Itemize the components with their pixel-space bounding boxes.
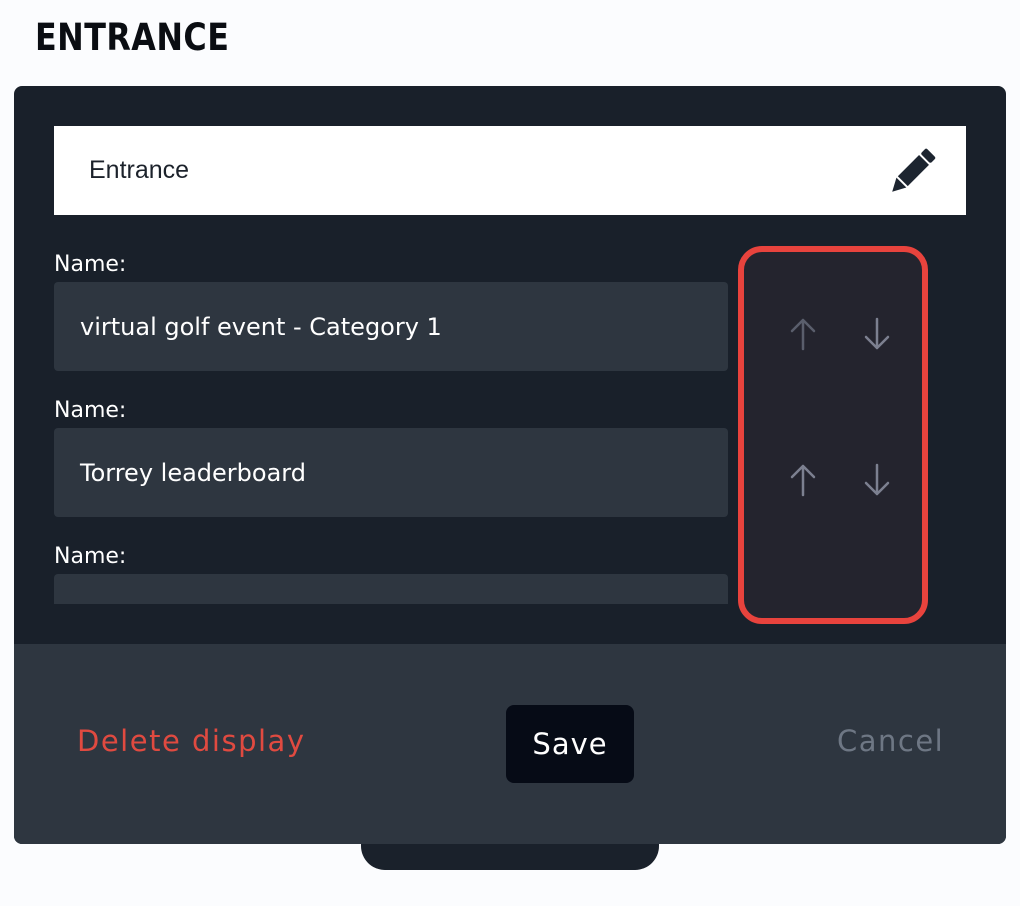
display-name-bar[interactable]: Entrance xyxy=(54,126,966,215)
name-input[interactable] xyxy=(54,574,728,604)
arrow-up-icon[interactable] xyxy=(783,314,823,354)
reorder-controls-highlight xyxy=(738,246,928,624)
field-label: Name: xyxy=(54,544,127,569)
arrow-down-icon[interactable] xyxy=(857,314,897,354)
field-label: Name: xyxy=(54,252,127,277)
arrow-down-icon[interactable] xyxy=(857,460,897,500)
name-input-value: Torrey leaderboard xyxy=(80,458,306,487)
name-input[interactable]: virtual golf event - Category 1 xyxy=(54,282,728,371)
name-input-value: virtual golf event - Category 1 xyxy=(80,312,442,341)
display-name-text: Entrance xyxy=(89,156,190,184)
pencil-icon[interactable] xyxy=(884,144,940,200)
modal-footer: Delete display Save Cancel xyxy=(14,644,1006,844)
name-input[interactable]: Torrey leaderboard xyxy=(54,428,728,517)
delete-display-button[interactable]: Delete display xyxy=(77,724,305,758)
page-title: ENTRANCE xyxy=(35,16,230,59)
field-label: Name: xyxy=(54,398,127,423)
save-button[interactable]: Save xyxy=(506,705,634,783)
cancel-button[interactable]: Cancel xyxy=(837,724,944,758)
edit-display-modal: Entrance Name: virtual golf event - Cate… xyxy=(14,86,1006,844)
arrow-up-icon[interactable] xyxy=(783,460,823,500)
field-list[interactable]: Name: virtual golf event - Category 1 Na… xyxy=(54,246,734,604)
